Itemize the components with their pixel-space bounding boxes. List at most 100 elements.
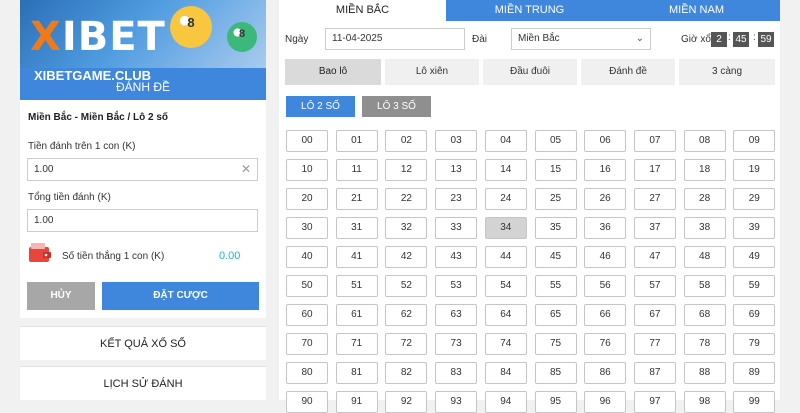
tab-lo-xien[interactable]: Lô xiên	[385, 59, 479, 85]
lottery-results-button[interactable]: KẾT QUẢ XỔ SỐ	[20, 326, 266, 360]
number-cell[interactable]: 90	[286, 391, 328, 413]
number-cell[interactable]: 87	[633, 362, 676, 384]
tab-dau-duoi[interactable]: Đầu đuôi	[483, 59, 577, 85]
number-cell[interactable]: 15	[534, 159, 577, 181]
tab-mien-bac[interactable]: MIỀN BẮC	[279, 0, 446, 21]
number-cell[interactable]: 85	[534, 362, 577, 384]
number-cell[interactable]: 16	[584, 159, 627, 181]
number-cell[interactable]: 71	[335, 333, 378, 355]
tab-mien-nam[interactable]: MIỀN NAM	[613, 0, 780, 21]
number-cell[interactable]: 70	[286, 333, 328, 355]
number-cell[interactable]: 67	[633, 304, 676, 326]
number-cell[interactable]: 53	[435, 275, 478, 297]
number-cell[interactable]: 43	[435, 246, 478, 268]
number-cell[interactable]: 50	[286, 275, 328, 297]
number-cell[interactable]: 04	[484, 130, 527, 152]
number-cell[interactable]: 35	[534, 217, 577, 239]
total-amount-input[interactable]: 1.00	[27, 209, 258, 232]
number-cell[interactable]: 77	[633, 333, 676, 355]
number-cell[interactable]: 52	[385, 275, 428, 297]
number-cell[interactable]: 66	[584, 304, 627, 326]
number-cell[interactable]: 31	[335, 217, 378, 239]
number-cell[interactable]: 75	[534, 333, 577, 355]
number-cell[interactable]: 32	[385, 217, 428, 239]
number-cell[interactable]: 44	[484, 246, 527, 268]
number-cell[interactable]: 92	[385, 391, 428, 413]
number-cell[interactable]: 25	[534, 188, 577, 210]
number-cell[interactable]: 28	[683, 188, 726, 210]
number-cell[interactable]: 98	[683, 391, 726, 413]
number-cell[interactable]: 65	[534, 304, 577, 326]
tab-danh-de[interactable]: Đánh đề	[581, 59, 675, 85]
number-cell[interactable]: 56	[584, 275, 627, 297]
number-cell[interactable]: 84	[484, 362, 527, 384]
number-cell[interactable]: 07	[633, 130, 676, 152]
date-input[interactable]: 11-04-2025	[325, 28, 465, 50]
number-cell[interactable]: 97	[633, 391, 676, 413]
number-cell[interactable]: 60	[286, 304, 328, 326]
number-cell[interactable]: 23	[435, 188, 478, 210]
number-cell[interactable]: 57	[633, 275, 676, 297]
number-cell[interactable]: 27	[633, 188, 676, 210]
number-cell[interactable]: 74	[484, 333, 527, 355]
number-cell[interactable]: 05	[534, 130, 577, 152]
number-cell[interactable]: 02	[385, 130, 428, 152]
number-cell[interactable]: 61	[335, 304, 378, 326]
tab-bao-lo[interactable]: Bao lô	[285, 59, 381, 85]
number-cell[interactable]: 37	[633, 217, 676, 239]
number-cell[interactable]: 21	[335, 188, 378, 210]
number-cell[interactable]: 78	[683, 333, 726, 355]
number-cell[interactable]: 48	[683, 246, 726, 268]
number-cell[interactable]: 64	[484, 304, 527, 326]
number-cell[interactable]: 73	[435, 333, 478, 355]
number-cell[interactable]: 80	[286, 362, 328, 384]
number-cell[interactable]: 29	[733, 188, 776, 210]
number-cell[interactable]: 76	[584, 333, 627, 355]
tab-mien-trung[interactable]: MIỀN TRUNG	[446, 0, 613, 21]
number-cell[interactable]: 34	[484, 217, 527, 239]
number-cell[interactable]: 99	[733, 391, 776, 413]
per-number-input[interactable]: 1.00 ✕	[27, 158, 258, 181]
number-cell[interactable]: 72	[385, 333, 428, 355]
number-cell[interactable]: 79	[733, 333, 776, 355]
cancel-button[interactable]: HỦY	[27, 282, 95, 310]
number-cell[interactable]: 36	[584, 217, 627, 239]
tab-3-cang[interactable]: 3 càng	[679, 59, 775, 85]
number-cell[interactable]: 69	[733, 304, 776, 326]
number-cell[interactable]: 39	[733, 217, 776, 239]
number-cell[interactable]: 46	[584, 246, 627, 268]
number-cell[interactable]: 47	[633, 246, 676, 268]
number-cell[interactable]: 13	[435, 159, 478, 181]
number-cell[interactable]: 58	[683, 275, 726, 297]
number-cell[interactable]: 45	[534, 246, 577, 268]
tab-lo-2-so[interactable]: LÔ 2 SỐ	[286, 96, 355, 117]
number-cell[interactable]: 63	[435, 304, 478, 326]
number-cell[interactable]: 24	[484, 188, 527, 210]
number-cell[interactable]: 83	[435, 362, 478, 384]
number-cell[interactable]: 40	[286, 246, 328, 268]
number-cell[interactable]: 12	[385, 159, 428, 181]
bet-history-button[interactable]: LỊCH SỬ ĐÁNH	[20, 366, 266, 400]
number-cell[interactable]: 00	[286, 130, 328, 152]
station-select[interactable]: Miền Bắc ⌄	[511, 28, 651, 50]
number-cell[interactable]: 09	[733, 130, 776, 152]
number-cell[interactable]: 41	[335, 246, 378, 268]
tab-lo-3-so[interactable]: LÔ 3 SỐ	[362, 96, 431, 117]
number-cell[interactable]: 54	[484, 275, 527, 297]
number-cell[interactable]: 19	[733, 159, 776, 181]
number-cell[interactable]: 93	[435, 391, 478, 413]
number-cell[interactable]: 62	[385, 304, 428, 326]
number-cell[interactable]: 38	[683, 217, 726, 239]
number-cell[interactable]: 20	[286, 188, 328, 210]
number-cell[interactable]: 42	[385, 246, 428, 268]
number-cell[interactable]: 03	[435, 130, 478, 152]
number-cell[interactable]: 14	[484, 159, 527, 181]
number-cell[interactable]: 86	[584, 362, 627, 384]
number-cell[interactable]: 51	[335, 275, 378, 297]
number-cell[interactable]: 55	[534, 275, 577, 297]
number-cell[interactable]: 68	[683, 304, 726, 326]
number-cell[interactable]: 17	[633, 159, 676, 181]
number-cell[interactable]: 88	[683, 362, 726, 384]
number-cell[interactable]: 81	[335, 362, 378, 384]
number-cell[interactable]: 59	[733, 275, 776, 297]
